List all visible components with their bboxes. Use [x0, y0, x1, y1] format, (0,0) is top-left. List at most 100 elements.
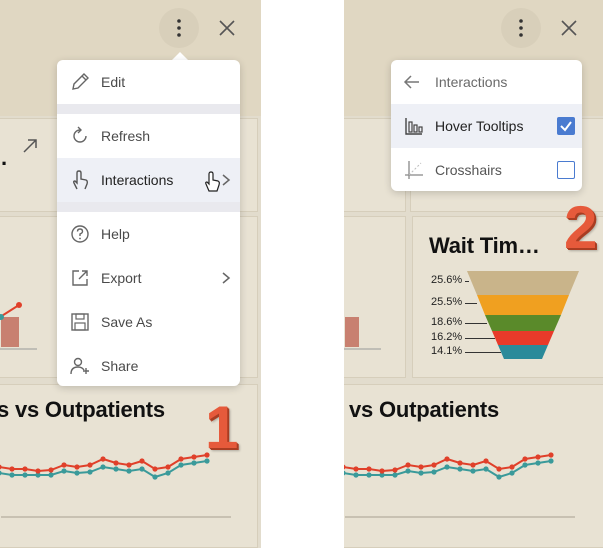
teal-series-point: [431, 469, 437, 475]
teal-series-point: [366, 472, 372, 478]
option-hover-tooltips[interactable]: Hover Tooltips: [391, 104, 582, 148]
funnel-leader-line: [465, 303, 477, 304]
teal-series-point: [470, 468, 476, 474]
menu-item-label: Export: [101, 270, 142, 286]
option-label: Hover Tooltips: [435, 118, 524, 134]
funnel-leader-line: [465, 338, 495, 339]
funnel-leader-line: [465, 352, 501, 353]
menu-item-edit[interactable]: Edit: [57, 60, 240, 104]
funnel-percent-label: 14.1%: [431, 345, 463, 357]
close-icon[interactable]: [216, 17, 238, 39]
funnel-percent-label: 25.5%: [431, 296, 463, 308]
menu-item-label: Edit: [101, 74, 126, 90]
teal-series-point: [392, 472, 398, 478]
menu-item-label: Refresh: [101, 128, 151, 144]
option-crosshairs[interactable]: Crosshairs: [391, 148, 582, 192]
funnel-segment-1: [467, 271, 579, 295]
teal-series-point: [165, 470, 171, 476]
red-series-point: [392, 467, 398, 473]
funnel-leader-line: [465, 281, 469, 282]
submenu-back[interactable]: Interactions: [391, 60, 582, 104]
teal-series-point: [9, 472, 15, 478]
red-series-point: [191, 454, 197, 460]
mini-bar-chart: [0, 302, 37, 350]
red-series-point: [152, 466, 158, 472]
more-vertical-icon: [519, 19, 523, 37]
red-series-point: [74, 464, 80, 470]
red-series-point: [366, 466, 372, 472]
teal-series-point: [100, 464, 106, 470]
menu-divider: [57, 104, 240, 114]
crosshairs-checkbox[interactable]: [557, 161, 575, 179]
teal-series-point: [344, 470, 346, 476]
menu-item-save-as[interactable]: Save As: [57, 300, 240, 344]
menu-item-label: Help: [101, 226, 130, 242]
check-icon: [560, 121, 572, 132]
bar-chart-card[interactable]: [344, 216, 406, 378]
more-options-button[interactable]: [159, 8, 199, 48]
mini-bar: [1, 317, 19, 347]
teal-series-point: [496, 474, 502, 480]
teal-series-point: [0, 470, 2, 476]
red-series-point: [522, 456, 528, 462]
more-vertical-icon: [177, 19, 181, 37]
menu-item-refresh[interactable]: Refresh: [57, 114, 240, 158]
teal-series-point: [548, 458, 554, 464]
teal-series-point: [353, 472, 359, 478]
red-series-point: [496, 466, 502, 472]
red-series-point: [48, 467, 54, 473]
red-series-point: [548, 452, 554, 458]
funnel-percent-label: 16.2%: [431, 331, 463, 343]
red-series-point: [165, 464, 171, 470]
teal-series-point: [126, 468, 132, 474]
crosshair-icon: [405, 161, 423, 179]
teal-series-point: [191, 460, 197, 466]
red-series-point: [379, 468, 385, 474]
line-chart: [344, 452, 575, 518]
red-series-point: [418, 464, 424, 470]
refresh-icon: [73, 126, 87, 143]
teal-series-point: [444, 464, 450, 470]
red-series-point: [431, 462, 437, 468]
red-series-point: [457, 460, 463, 466]
red-series-point: [0, 464, 2, 470]
hover-tooltips-checkbox[interactable]: [557, 117, 575, 135]
teal-series-point: [418, 470, 424, 476]
teal-series-point: [152, 474, 158, 480]
hand-pointer-icon: [72, 170, 89, 190]
chevron-right-icon: [222, 174, 231, 186]
teal-series-point: [61, 468, 67, 474]
close-icon[interactable]: [558, 17, 580, 39]
chart-title: vs Outpatients: [349, 397, 500, 422]
add-user-icon: [70, 357, 89, 375]
funnel-segment-4: [492, 331, 554, 345]
interactions-submenu: Interactions Hover Tooltips Crosshairs: [391, 60, 582, 191]
step-number: 1: [205, 394, 239, 461]
expand-arrow-icon[interactable]: [21, 137, 39, 155]
teal-series-point: [509, 470, 515, 476]
line-chart: [0, 452, 231, 518]
dashboard-panel-step-2: Wait Tim… 25.6% 25.5% 18.6% 16.2% 14.1% …: [344, 0, 603, 548]
help-circle-icon: [71, 225, 89, 243]
teal-series-point: [178, 462, 184, 468]
menu-item-interactions[interactable]: Interactions: [57, 158, 240, 202]
funnel-segment-5: [498, 345, 548, 359]
funnel-chart: [467, 271, 579, 359]
menu-item-share[interactable]: Share: [57, 344, 240, 388]
more-options-button[interactable]: [501, 8, 541, 48]
red-series-point: [470, 462, 476, 468]
option-label: Crosshairs: [435, 162, 502, 178]
menu-item-label: Interactions: [101, 172, 174, 188]
teal-series-point: [405, 468, 411, 474]
funnel-leader-line: [465, 323, 487, 324]
red-series-point: [353, 466, 359, 472]
line-chart-card[interactable]: vs Outpatients: [344, 384, 603, 548]
chevron-right-icon: [222, 272, 231, 284]
teal-series-point: [483, 466, 489, 472]
menu-item-export[interactable]: Export: [57, 256, 240, 300]
red-series-point: [344, 464, 346, 470]
menu-item-help[interactable]: Help: [57, 212, 240, 256]
teal-series-point: [74, 470, 80, 476]
funnel-title: Wait Tim…: [429, 233, 540, 258]
teal-series-point: [113, 466, 119, 472]
